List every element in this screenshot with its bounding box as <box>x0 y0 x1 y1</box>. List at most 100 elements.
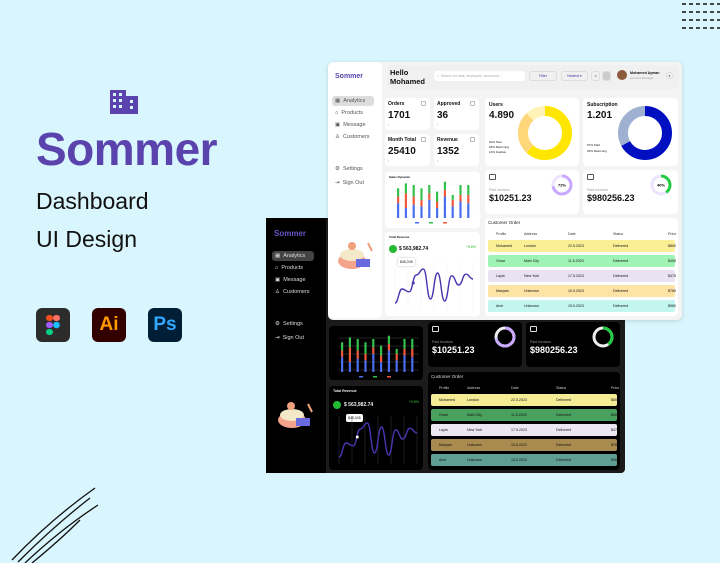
table-row[interactable]: Layla New York 17.5.2023 Delivered $475 <box>431 424 619 436</box>
bar-segment <box>412 204 415 218</box>
sidebar-logo: Sommer <box>274 229 307 238</box>
bar-segment <box>411 357 414 372</box>
stat-icon <box>470 137 475 142</box>
bar-segment <box>403 339 406 349</box>
bar-segment <box>443 181 446 190</box>
table-row[interactable]: Omar Main City 11.5.2023 Delivered $405 <box>431 409 619 421</box>
figma-icon <box>36 308 70 342</box>
filter-button[interactable]: Filter <box>529 71 557 81</box>
table-row[interactable]: Layla New York 17.5.2023 Delivered $475 <box>488 270 676 282</box>
list-view-button[interactable]: ≡ <box>591 71 600 81</box>
bar-segment <box>403 348 406 356</box>
user-icon: ♙ <box>335 134 340 140</box>
grid-icon: ▦ <box>275 253 281 259</box>
bar-segment <box>404 193 407 209</box>
sidebar-signout[interactable]: ⇥ Sign Out <box>332 178 374 188</box>
table-row[interactable]: Omar Main City 11.5.2023 Delivered $405 <box>488 255 676 267</box>
bar-segment <box>395 353 398 361</box>
stat-icon <box>421 137 426 142</box>
dark-customer-order-table: Customer Order Profile Address Date Status Pr… <box>428 372 620 470</box>
bar-segment <box>372 347 375 354</box>
legend-swatch <box>373 376 377 378</box>
chevron-down-icon[interactable]: ▾ <box>666 72 673 79</box>
percent-label: 40% <box>657 183 665 188</box>
bar-segment <box>436 208 439 218</box>
bar-segment <box>451 194 454 200</box>
bar-segment <box>341 357 344 372</box>
bar-segment <box>420 206 423 218</box>
bar-segment <box>411 339 414 349</box>
brand-title: Sommer <box>36 123 218 175</box>
table-row[interactable]: Amir Unknown 15.5.2023 Delivered $980 <box>488 300 676 312</box>
bar-segment <box>364 360 367 372</box>
trend-up-icon: ↑ <box>437 123 439 127</box>
scribble-decoration <box>11 487 99 563</box>
progress-ring <box>592 326 614 348</box>
bar-segment <box>404 208 407 218</box>
grid-view-button[interactable] <box>602 71 611 81</box>
stat-card-2: Month Total 25410 ↓ <box>385 134 430 166</box>
subtitle-ui-design: UI Design <box>36 226 137 252</box>
bar-segment <box>397 188 400 197</box>
table-row[interactable]: Maryam Unknown 10.5.2023 Delivered $789 <box>488 285 676 297</box>
sidebar-item-customers[interactable]: ♙ Customers <box>332 132 374 142</box>
bar-segment <box>348 337 351 348</box>
bar-segment <box>412 196 415 205</box>
sidebar-item-customers[interactable]: ♙ Customers <box>272 287 314 297</box>
highlight-point <box>411 281 415 285</box>
light-sidebar: Sommer ▦ Analytics ⌂ Products ▣ Message ♙ Cu… <box>328 62 382 318</box>
bar-segment <box>395 348 398 354</box>
subscription-card: Subscription 1.201 67% Paid 33% Returning <box>583 98 678 166</box>
sidebar-settings[interactable]: ⚙ Settings <box>272 319 314 329</box>
bag-icon: ⌂ <box>335 110 339 116</box>
subtitle-dashboard: Dashboard <box>36 188 149 214</box>
sidebar-logo: Sommer <box>335 73 364 80</box>
invoice-card-2: Paid Invoices $980256.23 40% <box>583 170 678 214</box>
stat-card-3: Revenue 1352 ↓ <box>434 134 479 166</box>
light-dashboard: Sommer ▦ Analytics ⌂ Products ▣ Message ♙ Cu… <box>328 62 682 320</box>
progress-ring: 72% <box>551 174 573 196</box>
bar-segment <box>428 185 431 194</box>
percent-label: 72% <box>558 183 566 188</box>
bar-segment <box>348 362 351 372</box>
legend-swatch <box>443 222 447 224</box>
sidebar-item-message[interactable]: ▣ Message <box>272 275 314 285</box>
wallet-icon <box>432 326 439 332</box>
header: Hello Mohamed ⌕ Search for task, employee,… <box>387 65 679 89</box>
sidebar-item-products[interactable]: ⌂ Products <box>272 263 314 273</box>
bar-segment <box>372 353 375 372</box>
bar-segment <box>348 347 351 363</box>
trend-down-icon: ↓ <box>388 159 390 163</box>
sidebar-item-message[interactable]: ▣ Message <box>332 120 374 130</box>
customer-order-table: Customer Order Profile Address Date Status Pr… <box>485 218 678 316</box>
bar-segment <box>395 360 398 372</box>
users-card: Users 4.890 62% New 26% Returning 12% Inac… <box>485 98 579 166</box>
search-input[interactable]: ⌕ Search for task, employee, document... <box>434 71 525 81</box>
sidebar-settings[interactable]: ⚙ Settings <box>332 164 374 174</box>
sort-dropdown[interactable]: Newest ▾ <box>561 71 588 81</box>
trend-up-icon: ↑ <box>388 123 390 127</box>
bar-segment <box>451 199 454 207</box>
avatar[interactable] <box>617 70 627 80</box>
bag-icon: ⌂ <box>275 265 279 271</box>
wallet-icon <box>489 174 496 180</box>
table-row[interactable]: Amir Unknown 15.5.2023 Delivered $980 <box>431 454 619 466</box>
signout-icon: ⇥ <box>335 180 340 186</box>
bar-segment <box>420 199 423 207</box>
sidebar-signout[interactable]: ⇥ Sign Out <box>272 333 314 343</box>
bar-segment <box>387 343 390 351</box>
stat-icon <box>470 101 475 106</box>
user-icon: ♙ <box>275 289 280 295</box>
sidebar-item-analytics[interactable]: ▦ Analytics <box>332 96 374 106</box>
dark-revenue-card: Total Revenue $ 563,982.74 +9.8% $45,345 <box>329 386 423 470</box>
greeting: Hello Mohamed <box>390 68 426 86</box>
sidebar-item-analytics[interactable]: ▦ Analytics <box>272 251 314 261</box>
table-header: Profile Address Date Status Price <box>496 232 677 236</box>
bar-segment <box>436 191 439 202</box>
progress-ring <box>494 326 516 348</box>
sidebar-item-products[interactable]: ⌂ Products <box>332 108 374 118</box>
gear-icon: ⚙ <box>275 321 280 327</box>
table-row[interactable]: Mohamed London 22.5.2023 Delivered $800 <box>431 394 619 406</box>
table-row[interactable]: Mohamed London 22.5.2023 Delivered $800 <box>488 240 676 252</box>
table-row[interactable]: Maryam Unknown 10.5.2023 Delivered $789 <box>431 439 619 451</box>
